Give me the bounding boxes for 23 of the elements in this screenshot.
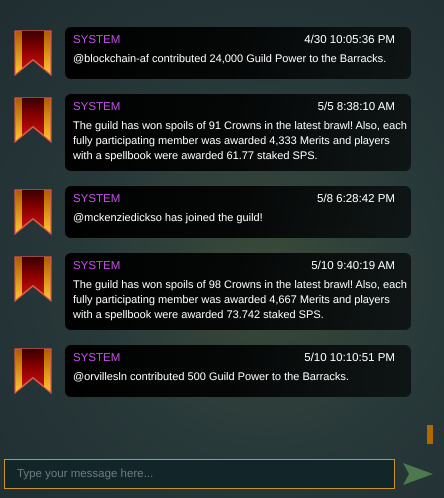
message-text: @orvillesln contributed 500 Guild Power to the Barracks. bbox=[73, 370, 350, 385]
message-text: The guild has won spoils of 98 Crowns in the latest brawl! Also, each fully participating member was awarded 4,667 Merits and players with a spellbook were awarded 73.742 staked SPS. bbox=[73, 278, 407, 323]
message-text: @mckenziedickso has joined the guild! bbox=[73, 211, 264, 226]
message-text: The guild has won spoils of 91 Crowns in the latest brawl! Also, each fully participating member was awarded 4,333 Merits and players with a spellbook were awarded 61.77 staked SPS. bbox=[73, 119, 407, 164]
sender-name: SYSTEM bbox=[73, 351, 120, 366]
banner-icon bbox=[14, 256, 52, 302]
message-time: 4/30 10:05:36 PM bbox=[304, 33, 395, 48]
message-time: 5/5 8:38:10 AM bbox=[318, 100, 395, 115]
banner-icon bbox=[14, 97, 52, 143]
banner-icon bbox=[14, 30, 52, 76]
send-icon[interactable] bbox=[403, 463, 433, 485]
banner-icon bbox=[14, 348, 52, 394]
sender-name: SYSTEM bbox=[73, 192, 120, 207]
message-time: 5/8 6:28:42 PM bbox=[317, 192, 395, 207]
message-text: @blockchain-af contributed 24,000 Guild Power to the Barracks. bbox=[73, 52, 388, 67]
scrollbar-thumb[interactable] bbox=[427, 425, 433, 444]
message-time: 5/10 10:10:51 PM bbox=[304, 351, 395, 366]
sender-name: SYSTEM bbox=[73, 33, 120, 48]
sender-name: SYSTEM bbox=[73, 259, 120, 274]
message-time: 5/10 9:40:19 AM bbox=[311, 259, 395, 274]
banner-icon bbox=[14, 189, 52, 235]
sender-name: SYSTEM bbox=[73, 100, 120, 115]
message-input[interactable]: Type your message here... bbox=[4, 459, 395, 489]
